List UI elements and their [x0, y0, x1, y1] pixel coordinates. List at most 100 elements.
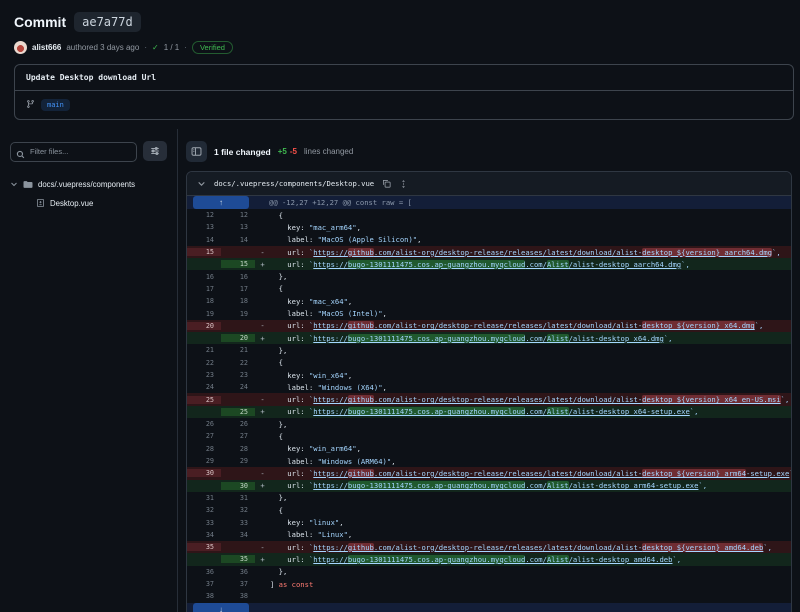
url-link[interactable]: .com/: [525, 481, 547, 490]
new-line-number[interactable]: 37: [221, 580, 255, 588]
url-link[interactable]: https://: [313, 395, 348, 404]
verified-badge[interactable]: Verified: [192, 41, 233, 54]
old-line-number[interactable]: 36: [187, 568, 221, 576]
url-link[interactable]: /alist-desktop_aarch64.dmg: [569, 260, 682, 269]
file-tree-toggle-icon[interactable]: [186, 141, 207, 162]
old-line-number[interactable]: 18: [187, 297, 221, 305]
old-line-number[interactable]: 16: [187, 273, 221, 281]
old-line-number[interactable]: 20: [187, 322, 221, 330]
new-line-number[interactable]: 32: [221, 506, 255, 514]
old-line-number[interactable]: 29: [187, 457, 221, 465]
url-link[interactable]: /alist-desktop_x64-setup.exe: [569, 407, 690, 416]
new-line-number[interactable]: 36: [221, 568, 255, 576]
avatar[interactable]: [14, 41, 27, 54]
url-link[interactable]: github: [348, 321, 374, 330]
url-link[interactable]: github: [348, 248, 374, 257]
url-link[interactable]: .com/: [525, 555, 547, 564]
old-line-number[interactable]: 25: [187, 396, 221, 404]
old-line-number[interactable]: 24: [187, 383, 221, 391]
url-link[interactable]: github: [348, 395, 374, 404]
new-line-number[interactable]: 12: [221, 211, 255, 219]
file-path[interactable]: docs/.vuepress/components/Desktop.vue: [214, 179, 374, 188]
new-line-number[interactable]: 24: [221, 383, 255, 391]
old-line-number[interactable]: 32: [187, 506, 221, 514]
url-link[interactable]: .com/alist-org/desktop-release/releases/…: [374, 469, 642, 478]
url-link[interactable]: Alist: [547, 407, 569, 416]
url-link[interactable]: github: [348, 469, 374, 478]
url-link[interactable]: desktop_${version}_aarch64.dmg: [642, 248, 772, 257]
old-line-number[interactable]: 12: [187, 211, 221, 219]
new-line-number[interactable]: 34: [221, 531, 255, 539]
url-link[interactable]: .com/alist-org/desktop-release/releases/…: [374, 321, 642, 330]
url-link[interactable]: bugo-1301111475.cos.ap-guangzhou.myqclou…: [348, 407, 525, 416]
old-line-number[interactable]: 31: [187, 494, 221, 502]
new-line-number[interactable]: 35: [221, 555, 255, 563]
url-link[interactable]: .com/alist-org/desktop-release/releases/…: [374, 395, 642, 404]
url-link[interactable]: .com/: [525, 407, 547, 416]
expand-down-icon[interactable]: ↓: [193, 603, 249, 612]
expand-up-icon[interactable]: ↑: [193, 196, 249, 209]
filter-files-input[interactable]: [10, 142, 137, 162]
new-line-number[interactable]: 17: [221, 285, 255, 293]
new-line-number[interactable]: 19: [221, 310, 255, 318]
branch-name-chip[interactable]: main: [41, 99, 70, 111]
old-line-number[interactable]: 27: [187, 432, 221, 440]
collapse-file-chevron-icon[interactable]: [197, 179, 206, 188]
url-link[interactable]: .com/alist-org/desktop-release/releases/…: [374, 248, 642, 257]
new-line-number[interactable]: 31: [221, 494, 255, 502]
new-line-number[interactable]: 33: [221, 519, 255, 527]
old-line-number[interactable]: 23: [187, 371, 221, 379]
author-login[interactable]: alist666: [32, 43, 61, 52]
url-link[interactable]: github: [348, 543, 374, 552]
old-line-number[interactable]: 26: [187, 420, 221, 428]
url-link[interactable]: /alist-desktop_x64.dmg: [569, 334, 664, 343]
new-line-number[interactable]: 28: [221, 445, 255, 453]
url-link[interactable]: https://: [313, 248, 348, 257]
tree-file-row[interactable]: Desktop.vue: [10, 194, 167, 213]
url-link[interactable]: /alist-desktop_amd64.deb: [569, 555, 673, 564]
old-line-number[interactable]: 35: [187, 543, 221, 551]
old-line-number[interactable]: 34: [187, 531, 221, 539]
url-link[interactable]: https://: [313, 543, 348, 552]
new-line-number[interactable]: 29: [221, 457, 255, 465]
new-line-number[interactable]: 23: [221, 371, 255, 379]
url-link[interactable]: Alist: [547, 555, 569, 564]
old-line-number[interactable]: 19: [187, 310, 221, 318]
new-line-number[interactable]: 25: [221, 408, 255, 416]
url-link[interactable]: /alist-desktop_arm64-setup.exe: [569, 481, 699, 490]
url-link[interactable]: https://: [313, 469, 348, 478]
url-link[interactable]: desktop_${version}_x64_en-US.msi: [642, 395, 780, 404]
new-line-number[interactable]: 30: [221, 482, 255, 490]
old-line-number[interactable]: 38: [187, 592, 221, 600]
url-link[interactable]: desktop_${version}_amd64.deb: [642, 543, 763, 552]
url-link[interactable]: desktop_${version}_arm64: [642, 469, 746, 478]
new-line-number[interactable]: 14: [221, 236, 255, 244]
new-line-number[interactable]: 13: [221, 223, 255, 231]
url-link[interactable]: https://: [313, 481, 348, 490]
old-line-number[interactable]: 33: [187, 519, 221, 527]
tree-folder-row[interactable]: docs/.vuepress/components: [10, 175, 167, 194]
checks-count[interactable]: 1 / 1: [164, 43, 180, 52]
old-line-number[interactable]: 13: [187, 223, 221, 231]
old-line-number[interactable]: 22: [187, 359, 221, 367]
filter-sliders-icon[interactable]: [143, 141, 167, 161]
old-line-number[interactable]: 14: [187, 236, 221, 244]
copy-icon[interactable]: [382, 179, 391, 188]
new-line-number[interactable]: 16: [221, 273, 255, 281]
old-line-number[interactable]: 28: [187, 445, 221, 453]
url-link[interactable]: Alist: [547, 334, 569, 343]
url-link[interactable]: Alist: [547, 481, 569, 490]
new-line-number[interactable]: 26: [221, 420, 255, 428]
url-link[interactable]: .com/: [525, 334, 547, 343]
url-link[interactable]: .com/: [525, 260, 547, 269]
old-line-number[interactable]: 21: [187, 346, 221, 354]
new-line-number[interactable]: 22: [221, 359, 255, 367]
url-link[interactable]: .com/alist-org/desktop-release/releases/…: [374, 543, 642, 552]
old-line-number[interactable]: 37: [187, 580, 221, 588]
url-link[interactable]: https://: [313, 321, 348, 330]
expand-all-icon[interactable]: [399, 179, 408, 189]
new-line-number[interactable]: 18: [221, 297, 255, 305]
old-line-number[interactable]: 15: [187, 248, 221, 256]
new-line-number[interactable]: 27: [221, 432, 255, 440]
url-link[interactable]: bugo-1301111475.cos.ap-guangzhou.myqclou…: [348, 334, 525, 343]
